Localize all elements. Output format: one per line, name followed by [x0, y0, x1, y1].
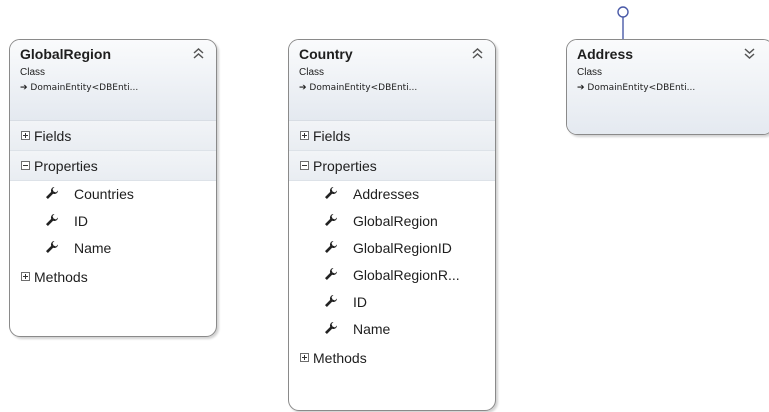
wrench-icon	[325, 241, 337, 253]
class-kind: Class	[20, 67, 46, 78]
double-chevron-up-icon[interactable]	[192, 47, 205, 60]
property-name: ID	[353, 294, 367, 310]
property-name: Addresses	[353, 186, 420, 202]
double-chevron-up-icon[interactable]	[471, 47, 484, 60]
property-item[interactable]: Name	[289, 316, 495, 343]
compartment-label: Methods	[34, 269, 88, 285]
inheritance-arrow-icon: ➔	[20, 83, 28, 93]
expand-plus-icon[interactable]	[21, 131, 30, 140]
base-class-name: DomainEntity<DBEnti...	[30, 83, 139, 93]
property-item[interactable]: GlobalRegionR...	[289, 262, 495, 289]
properties-compartment[interactable]: Properties	[10, 151, 216, 181]
property-name: GlobalRegionR...	[353, 267, 460, 283]
class-name: Country	[299, 46, 353, 62]
expand-plus-icon[interactable]	[300, 131, 309, 140]
interface-lollipop-icon	[617, 6, 629, 42]
property-item[interactable]: GlobalRegion	[289, 208, 495, 235]
class-name: GlobalRegion	[20, 46, 111, 62]
wrench-icon	[325, 187, 337, 199]
property-name: GlobalRegion	[353, 213, 438, 229]
wrench-icon	[46, 187, 58, 199]
property-item[interactable]: Addresses	[289, 181, 495, 208]
property-item[interactable]: Countries	[10, 181, 216, 208]
expand-plus-icon[interactable]	[21, 272, 30, 281]
class-shape-globalregion[interactable]: GlobalRegion Class ➔ DomainEntity<DBEnti…	[9, 39, 217, 337]
inheritance-arrow-icon: ➔	[577, 83, 585, 93]
property-name: Countries	[74, 186, 134, 202]
class-kind: Class	[577, 67, 603, 78]
class-header: Address Class ➔ DomainEntity<DBEnti...	[567, 40, 769, 134]
class-header: Country Class ➔ DomainEntity<DBEnti...	[289, 40, 495, 121]
wrench-icon	[325, 295, 337, 307]
property-name: GlobalRegionID	[353, 240, 452, 256]
methods-compartment[interactable]: Methods	[10, 262, 216, 292]
wrench-icon	[46, 241, 58, 253]
compartment-label: Fields	[313, 128, 351, 144]
fields-compartment[interactable]: Fields	[289, 121, 495, 151]
property-name: Name	[74, 240, 112, 256]
class-header: GlobalRegion Class ➔ DomainEntity<DBEnti…	[10, 40, 216, 121]
inheritance-arrow-icon: ➔	[299, 83, 307, 93]
base-class: ➔ DomainEntity<DBEnti...	[20, 82, 206, 95]
base-class: ➔ DomainEntity<DBEnti...	[577, 82, 763, 95]
collapse-minus-icon[interactable]	[21, 161, 30, 170]
property-name: Name	[353, 321, 391, 337]
base-class: ➔ DomainEntity<DBEnti...	[299, 82, 485, 95]
property-item[interactable]: Name	[10, 235, 216, 262]
wrench-icon	[46, 214, 58, 226]
class-shape-address[interactable]: Address Class ➔ DomainEntity<DBEnti...	[566, 39, 769, 135]
class-name: Address	[577, 46, 634, 62]
collapse-minus-icon[interactable]	[300, 161, 309, 170]
properties-compartment[interactable]: Properties	[289, 151, 495, 181]
methods-compartment[interactable]: Methods	[289, 343, 495, 373]
wrench-icon	[325, 322, 337, 334]
compartment-label: Properties	[313, 158, 377, 174]
expand-plus-icon[interactable]	[300, 353, 309, 362]
property-item[interactable]: ID	[289, 289, 495, 316]
property-item[interactable]: GlobalRegionID	[289, 235, 495, 262]
compartment-label: Methods	[313, 350, 367, 366]
wrench-icon	[325, 268, 337, 280]
property-item[interactable]: ID	[10, 208, 216, 235]
class-kind: Class	[299, 67, 325, 78]
fields-compartment[interactable]: Fields	[10, 121, 216, 151]
double-chevron-down-icon[interactable]	[743, 47, 756, 60]
property-name: ID	[74, 213, 88, 229]
compartment-label: Fields	[34, 128, 72, 144]
class-shape-country[interactable]: Country Class ➔ DomainEntity<DBEnti... F…	[288, 39, 496, 411]
wrench-icon	[325, 214, 337, 226]
compartment-label: Properties	[34, 158, 98, 174]
base-class-name: DomainEntity<DBEnti...	[309, 83, 418, 93]
base-class-name: DomainEntity<DBEnti...	[587, 83, 696, 93]
